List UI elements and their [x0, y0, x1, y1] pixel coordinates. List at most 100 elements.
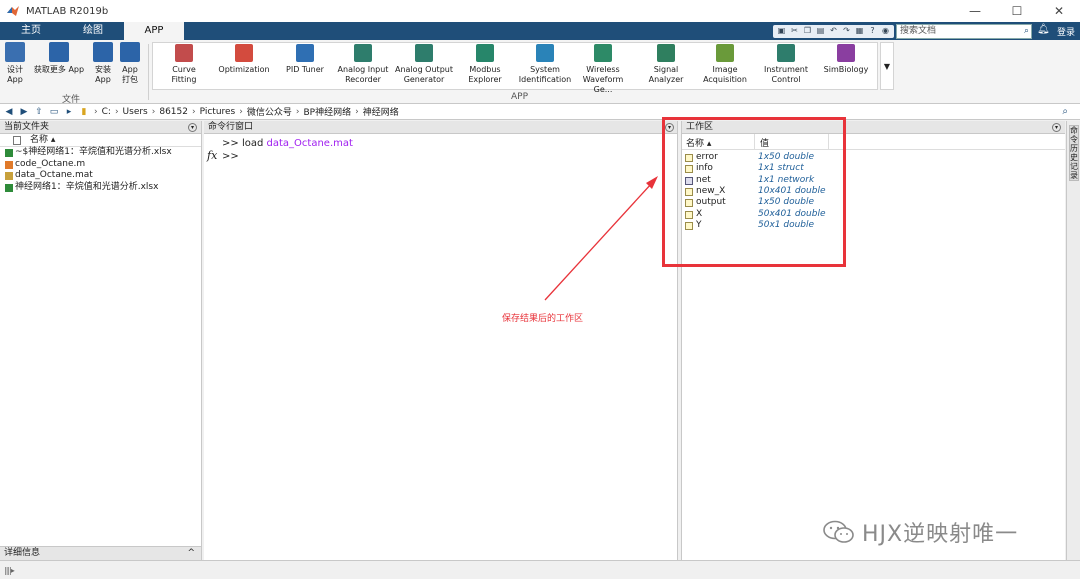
app-icon — [354, 44, 372, 62]
document-icon — [13, 136, 21, 145]
app-label-line2: Identification — [518, 75, 572, 84]
file-item[interactable]: code_Octane.m — [0, 159, 201, 171]
app-label: Analog Output — [395, 65, 453, 74]
function-browser-icon[interactable]: fx — [207, 149, 217, 162]
app-label: Optimization — [218, 65, 270, 74]
details-panel-header[interactable]: 详细信息 ^ — [0, 546, 202, 560]
login-button[interactable]: 登录 — [1057, 25, 1075, 38]
app-label: Instrument — [763, 65, 808, 74]
breadcrumb-users[interactable]: Users — [123, 107, 148, 117]
quick-access-toolbar: ▣ ✂ ❐ ▤ ↶ ↷ ▦ ? ◉ — [773, 25, 894, 38]
package-app-label-2: 打包 — [122, 75, 138, 84]
app-label: Curve Fitting — [171, 65, 197, 84]
maximize-button[interactable]: ☐ — [996, 0, 1038, 22]
options-icon[interactable]: ◉ — [880, 25, 891, 36]
file-type-icon — [5, 172, 13, 180]
app-label-line2: Explorer — [468, 75, 502, 84]
breadcrumb-wechat[interactable]: 微信公众号 — [247, 105, 292, 118]
app-button[interactable]: PID Tuner — [281, 44, 329, 75]
help-icon[interactable]: ? — [867, 25, 878, 36]
browse-folder-icon[interactable]: ▭ — [48, 106, 60, 118]
breadcrumb-nn[interactable]: 神经网络 — [363, 105, 399, 118]
app-button[interactable]: Analog Output Generator — [395, 44, 453, 85]
file-item[interactable]: 神经网络1：辛烷值和光谱分析.xlsx — [0, 182, 201, 194]
breadcrumb-c[interactable]: C: — [102, 107, 111, 117]
prompt: >> — [222, 151, 239, 162]
command-argument: data_Octane.mat — [266, 138, 353, 149]
ribbon: 设计 App 获取更多 App 安装 App App 打包 文件 Curve F… — [0, 40, 1080, 105]
app-button[interactable]: SimBiology — [822, 44, 870, 75]
gallery-more-button[interactable]: ▼ — [880, 42, 894, 90]
switch-windows-icon[interactable]: ▦ — [854, 25, 865, 36]
file-item[interactable]: ~$神经网络1：辛烷值和光谱分析.xlsx — [0, 147, 201, 159]
design-app-button[interactable]: 设计 App — [4, 42, 26, 85]
back-arrow-icon[interactable]: ◀ — [3, 106, 15, 118]
name-column-label: 名称 ▴ — [30, 135, 56, 145]
file-item[interactable]: data_Octane.mat — [0, 170, 201, 182]
command-history-tab[interactable]: 命令历史记录 — [1069, 125, 1079, 181]
design-app-label-1: 设计 — [7, 65, 23, 74]
app-icon — [716, 44, 734, 62]
command-line-1: >> load data_Octane.mat — [222, 137, 353, 150]
app-button[interactable]: Modbus Explorer — [462, 44, 508, 85]
app-icon — [296, 44, 314, 62]
tab-home[interactable]: 主页 — [0, 22, 62, 40]
command-window[interactable]: 命令行窗口 ▾ >> load data_Octane.mat >> fx — [204, 121, 678, 560]
app-icon — [476, 44, 494, 62]
tab-apps[interactable]: APP — [124, 22, 184, 40]
get-more-apps-label: 获取更多 App — [33, 65, 85, 74]
app-button[interactable]: Instrument Control — [760, 44, 812, 85]
status-bar: ||||▸ — [0, 560, 1080, 579]
search-icon[interactable]: ⌕ — [1024, 25, 1029, 38]
breadcrumb-pictures[interactable]: Pictures — [200, 107, 236, 117]
app-button[interactable]: Image Acquisition — [702, 44, 748, 85]
matlab-logo-icon — [7, 6, 19, 16]
app-label-line2: Recorder — [345, 75, 381, 84]
close-button[interactable]: ✕ — [1038, 0, 1080, 22]
forward-arrow-icon[interactable]: ▶ — [18, 106, 30, 118]
app-button[interactable]: Wireless Waveform Ge... — [575, 44, 631, 95]
redo-icon[interactable]: ↷ — [841, 25, 852, 36]
cut-icon[interactable]: ✂ — [789, 25, 800, 36]
address-bar: ◀ ▶ ⇧ ▭ ▸ ▮ › C: › Users › 86152 › Pictu… — [0, 104, 1080, 120]
breadcrumb-bp-nn[interactable]: BP神经网络 — [303, 105, 351, 118]
file-name: data_Octane.mat — [15, 170, 93, 180]
search-documentation-input[interactable]: 搜索文档 ⌕ — [896, 24, 1032, 39]
app-icon — [235, 44, 253, 62]
panel-menu-icon[interactable]: ▾ — [1052, 123, 1061, 132]
panel-menu-icon[interactable]: ▾ — [188, 123, 197, 132]
notification-bell-icon[interactable]: 🔔︎ — [1037, 24, 1050, 35]
save-icon[interactable]: ▣ — [776, 25, 787, 36]
app-button[interactable]: Signal Analyzer — [637, 44, 695, 85]
install-app-label-2: App — [95, 75, 111, 84]
expand-caret-icon[interactable]: ^ — [187, 547, 195, 560]
command-line-2[interactable]: >> — [222, 150, 353, 163]
app-label: Analog Input — [337, 65, 389, 74]
path-separator: › — [355, 106, 359, 117]
app-button[interactable]: System Identification — [518, 44, 572, 85]
undo-icon[interactable]: ↶ — [828, 25, 839, 36]
app-button[interactable]: Optimization — [218, 44, 270, 75]
get-more-apps-button[interactable]: 获取更多 App — [31, 42, 87, 75]
app-label-line2: Control — [771, 75, 801, 84]
app-group-label: APP — [511, 92, 529, 102]
up-folder-icon[interactable]: ⇧ — [33, 106, 45, 118]
app-icon — [415, 44, 433, 62]
design-app-icon — [5, 42, 25, 62]
app-label: PID Tuner — [286, 65, 324, 74]
name-column-header[interactable]: 名称 ▴ — [0, 134, 201, 147]
package-app-button[interactable]: App 打包 — [119, 42, 141, 85]
minimize-button[interactable]: — — [954, 0, 996, 22]
app-button[interactable]: Analog Input Recorder — [337, 44, 389, 85]
current-folder-panel: 当前文件夹 ▾ 名称 ▴ ~$神经网络1：辛烷值和光谱分析.xlsx code_O… — [0, 121, 202, 546]
app-button[interactable]: Curve Fitting — [160, 44, 208, 85]
breadcrumb-user-id[interactable]: 86152 — [159, 107, 188, 117]
folder-search-icon[interactable]: ⌕ — [1062, 106, 1068, 117]
install-app-button[interactable]: 安装 App — [92, 42, 114, 85]
paste-icon[interactable]: ▤ — [815, 25, 826, 36]
app-label-line2: Waveform Ge... — [582, 75, 624, 94]
file-name: code_Octane.m — [15, 158, 86, 169]
wechat-icon — [823, 520, 854, 543]
copy-icon[interactable]: ❐ — [802, 25, 813, 36]
tab-plots[interactable]: 绘图 — [62, 22, 124, 40]
